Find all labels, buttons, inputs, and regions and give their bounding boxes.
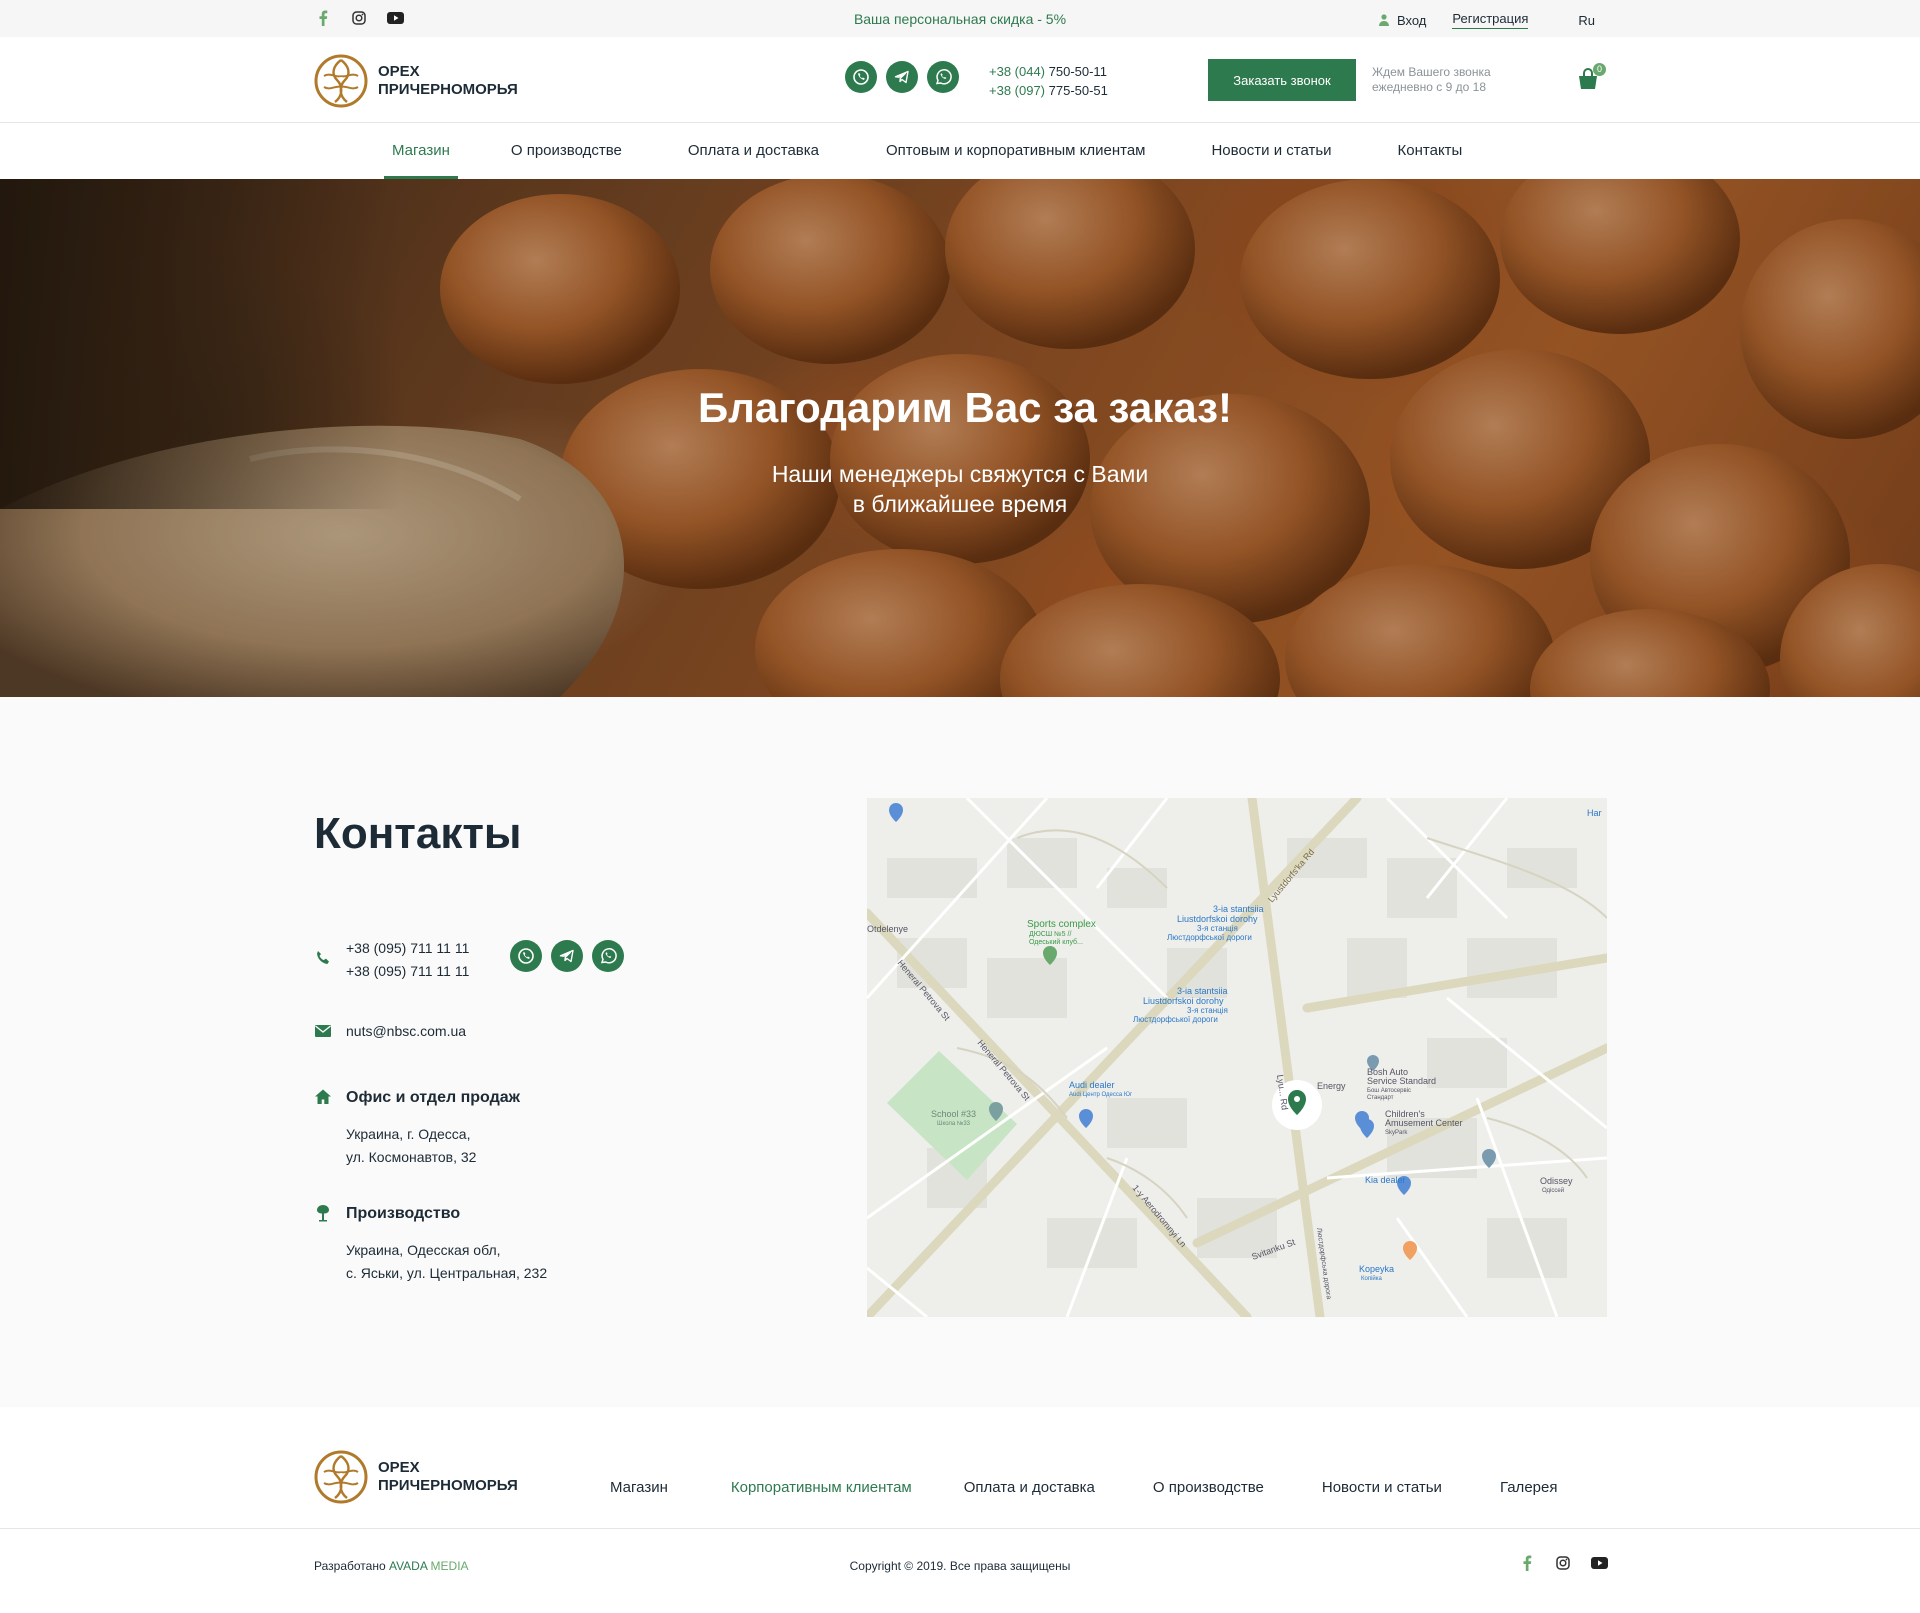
user-icon xyxy=(1378,14,1389,26)
hero-banner: Благодарим Вас за заказ! Наши менеджеры … xyxy=(0,179,1920,697)
production-title: Производство xyxy=(346,1205,461,1222)
viber-icon[interactable] xyxy=(510,940,542,972)
svg-text:Одеський клуб...: Одеський клуб... xyxy=(1029,938,1083,946)
youtube-icon[interactable] xyxy=(1590,1554,1608,1572)
svg-text:3-ia stantsiia: 3-ia stantsiia xyxy=(1213,904,1264,914)
order-call-button[interactable]: Заказать звонок xyxy=(1208,59,1356,101)
header-phones: +38 (044) 750-50-11 +38 (097) 775-50-51 xyxy=(989,62,1108,100)
telegram-icon[interactable] xyxy=(886,61,918,93)
footer: ОРЕХ ПРИЧЕРНОМОРЬЯ Магазин Корпоративным… xyxy=(0,1407,1920,1613)
svg-text:3-я станція: 3-я станція xyxy=(1187,1006,1228,1015)
facebook-icon[interactable] xyxy=(1518,1554,1536,1572)
email-link[interactable]: nuts@nbsc.com.ua xyxy=(346,1020,466,1043)
svg-text:Одіссей: Одіссей xyxy=(1542,1187,1564,1194)
svg-text:Школа №33: Школа №33 xyxy=(937,1120,971,1127)
viber-icon[interactable] xyxy=(845,61,877,93)
instagram-icon[interactable] xyxy=(1554,1554,1572,1572)
register-link[interactable]: Регистрация xyxy=(1452,11,1529,29)
nav-item-news[interactable]: Новости и статьи xyxy=(1203,123,1339,179)
contacts-section: Контакты +38 (095) 711 11 11 +38 (095) 7… xyxy=(0,697,1920,1407)
svg-text:Liustdorfskoi dorohy: Liustdorfskoi dorohy xyxy=(1143,996,1224,1006)
contact-phone-2[interactable]: +38 (095) 711 11 11 xyxy=(346,960,469,983)
svg-text:Люстдорфської дороги: Люстдорфської дороги xyxy=(1133,1015,1218,1024)
footer-nav-payment[interactable]: Оплата и доставка xyxy=(964,1479,1095,1496)
whatsapp-icon[interactable] xyxy=(927,61,959,93)
nav-item-wholesale[interactable]: Оптовым и корпоративным клиентам xyxy=(878,123,1153,179)
svg-text:Amusement Center: Amusement Center xyxy=(1385,1118,1463,1128)
walnut-logo-icon xyxy=(314,1450,368,1504)
header: ОРЕХ ПРИЧЕРНОМОРЬЯ +38 (044) 750-50-11 +… xyxy=(0,37,1920,123)
whatsapp-icon[interactable] xyxy=(592,940,624,972)
contact-email: nuts@nbsc.com.ua xyxy=(314,1020,466,1043)
svg-text:Service Standard: Service Standard xyxy=(1367,1076,1436,1086)
footer-divider xyxy=(0,1528,1920,1529)
svg-text:3-ia stantsiia: 3-ia stantsiia xyxy=(1177,986,1228,996)
phone-1[interactable]: +38 (044) 750-50-11 xyxy=(989,62,1108,81)
hero-overlay xyxy=(0,179,1920,697)
footer-nav-shop[interactable]: Магазин xyxy=(610,1479,668,1496)
svg-text:Бош Автосервіс: Бош Автосервіс xyxy=(1367,1088,1411,1094)
messenger-links xyxy=(845,61,959,93)
footer-nav: Магазин Корпоративным клиентам Оплата и … xyxy=(610,1479,1557,1496)
footer-nav-corporate[interactable]: Корпоративным клиентам xyxy=(731,1479,912,1496)
cart-button[interactable]: 0 xyxy=(1576,63,1606,93)
footer-nav-production[interactable]: О производстве xyxy=(1153,1479,1264,1496)
office-title: Офис и отдел продаж xyxy=(346,1089,520,1106)
envelope-icon xyxy=(315,1025,331,1037)
footer-nav-gallery[interactable]: Галерея xyxy=(1500,1479,1558,1496)
svg-text:Kopeyka: Kopeyka xyxy=(1359,1264,1394,1274)
svg-text:School #33: School #33 xyxy=(931,1109,976,1119)
svg-text:Копійка: Копійка xyxy=(1361,1275,1383,1282)
copyright: Copyright © 2019. Все права защищены xyxy=(849,1559,1071,1573)
phone-icon xyxy=(317,951,329,964)
phone-2[interactable]: +38 (097) 775-50-51 xyxy=(989,81,1108,100)
home-icon xyxy=(315,1089,331,1104)
auth-links: Вход Регистрация Ru xyxy=(1378,11,1595,29)
footer-brand-name: ОРЕХ ПРИЧЕРНОМОРЬЯ xyxy=(378,1459,518,1494)
contact-phones: +38 (095) 711 11 11 +38 (095) 711 11 11 xyxy=(314,937,469,983)
svg-text:Otdelenye: Otdelenye xyxy=(867,924,908,934)
svg-text:Har: Har xyxy=(1587,808,1602,818)
svg-text:Kia dealer: Kia dealer xyxy=(1365,1175,1406,1185)
cart-count-badge: 0 xyxy=(1593,63,1606,76)
svg-text:Люстдорфської дороги: Люстдорфської дороги xyxy=(1167,933,1252,942)
login-link[interactable]: Вход xyxy=(1397,13,1426,28)
svg-text:Liustdorfskoi dorohy: Liustdorfskoi dorohy xyxy=(1177,914,1258,924)
svg-text:Sports complex: Sports complex xyxy=(1027,919,1096,930)
logo[interactable]: ОРЕХ ПРИЧЕРНОМОРЬЯ xyxy=(314,54,518,108)
tree-icon xyxy=(317,1205,329,1222)
contact-production: Производство Украина, Одесская обл, с. Я… xyxy=(314,1202,547,1285)
top-bar: Ваша персональная скидка - 5% Вход Регис… xyxy=(0,0,1920,37)
nav-item-shop[interactable]: Магазин xyxy=(384,123,458,179)
contact-messenger-links xyxy=(510,940,624,972)
map-canvas: Sports complex ДЮСШ №5 // Одеський клуб.… xyxy=(867,798,1607,1317)
call-hours-note: Ждем Вашего звонка ежедневно с 9 до 18 xyxy=(1372,65,1491,94)
contact-phone-1[interactable]: +38 (095) 711 11 11 xyxy=(346,937,469,960)
svg-text:Стандарт: Стандарт xyxy=(1367,1095,1394,1101)
footer-nav-news[interactable]: Новости и статьи xyxy=(1322,1479,1442,1496)
svg-text:ДЮСШ №5 //: ДЮСШ №5 // xyxy=(1029,931,1071,938)
location-map[interactable]: Sports complex ДЮСШ №5 // Одеський клуб.… xyxy=(867,798,1607,1317)
main-nav: Магазин О производстве Оплата и доставка… xyxy=(0,123,1920,179)
nav-item-production[interactable]: О производстве xyxy=(503,123,630,179)
walnut-logo-icon xyxy=(314,54,368,108)
footer-logo[interactable]: ОРЕХ ПРИЧЕРНОМОРЬЯ xyxy=(314,1450,518,1504)
thank-you-title: Благодарим Вас за заказ! xyxy=(697,384,1232,431)
language-switcher[interactable]: Ru xyxy=(1578,13,1595,28)
contact-office: Офис и отдел продаж Украина, г. Одесса, … xyxy=(314,1086,520,1169)
svg-text:3-я станція: 3-я станція xyxy=(1197,924,1238,933)
discount-banner: Ваша персональная скидка - 5% xyxy=(853,11,1067,27)
contacts-heading: Контакты xyxy=(314,809,522,858)
brand-name: ОРЕХ ПРИЧЕРНОМОРЬЯ xyxy=(378,63,518,98)
svg-text:Audi Центр Одесса Юг: Audi Центр Одесса Юг xyxy=(1069,1092,1133,1098)
svg-text:Energy: Energy xyxy=(1317,1081,1346,1091)
svg-text:SkyPark: SkyPark xyxy=(1385,1130,1408,1136)
svg-text:Audi dealer: Audi dealer xyxy=(1069,1080,1115,1090)
svg-text:Odissey: Odissey xyxy=(1540,1176,1573,1186)
nav-item-contacts[interactable]: Контакты xyxy=(1390,123,1471,179)
thank-you-subtitle: Наши менеджеры свяжутся с Вами в ближайш… xyxy=(771,461,1149,517)
footer-socials xyxy=(1518,1554,1608,1572)
nav-item-payment-delivery[interactable]: Оплата и доставка xyxy=(680,123,827,179)
telegram-icon[interactable] xyxy=(551,940,583,972)
